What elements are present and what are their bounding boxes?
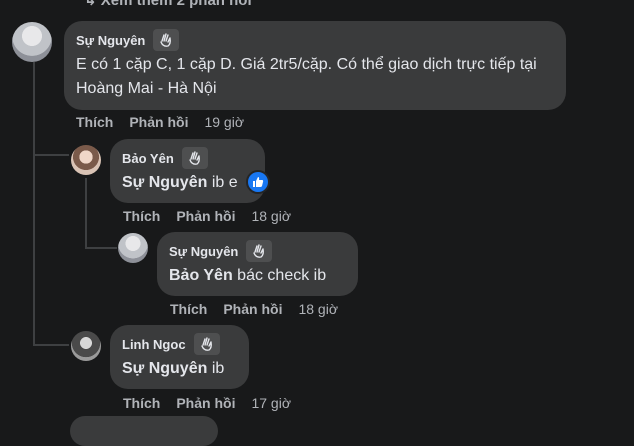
comment-bubble-partial [70, 416, 218, 446]
comment-text: Sự Nguyên ib e [122, 170, 271, 195]
comment-text: Bảo Yên bác check ib [169, 267, 327, 284]
like-button[interactable]: Thích [123, 208, 160, 224]
comment-bubble: Sự Nguyên Bảo Yên bác check ib [157, 232, 358, 296]
comment-bubble: Sự Nguyên E có 1 cặp C, 1 cặp D. Giá 2tr… [64, 21, 566, 110]
comment-bubble: Bảo Yên Sự Nguyên ib e [110, 139, 271, 203]
comment-time[interactable]: 19 giờ [204, 114, 244, 130]
comment-author[interactable]: Sự Nguyên [169, 244, 238, 259]
comment-bubble: Linh Ngoc Sự Nguyên ib [110, 325, 249, 389]
comment-actions: Thích Phản hồi 17 giờ [123, 395, 291, 411]
avatar[interactable] [12, 22, 52, 62]
like-button[interactable]: Thích [170, 301, 207, 317]
mention-link[interactable]: Sự Nguyên [122, 174, 207, 191]
view-more-replies-link[interactable]: ↳ Xem thêm 2 phản hồi [84, 0, 252, 9]
comment-author[interactable]: Linh Ngoc [122, 337, 186, 352]
reply-button[interactable]: Phản hồi [223, 301, 282, 317]
avatar[interactable] [71, 331, 101, 361]
comment-actions: Thích Phản hồi 18 giờ [170, 301, 338, 317]
mention-link[interactable]: Sự Nguyên [122, 360, 207, 377]
comment-actions: Thích Phản hồi 19 giờ [76, 114, 244, 130]
comment-text: Sự Nguyên ib [122, 360, 225, 377]
like-button[interactable]: Thích [123, 395, 160, 411]
mention-link[interactable]: Bảo Yên [169, 267, 233, 284]
waving-hand-icon[interactable] [193, 333, 220, 355]
waving-hand-icon[interactable] [246, 240, 273, 262]
avatar[interactable] [118, 233, 148, 263]
comment-author[interactable]: Bảo Yên [122, 151, 174, 166]
thread-line-branch-1 [33, 154, 69, 156]
thread-line-sub [85, 178, 87, 248]
comment-text: E có 1 cặp C, 1 cặp D. Giá 2tr5/cặp. Có … [76, 56, 537, 97]
thread-line-branch-3 [33, 344, 69, 346]
like-button[interactable]: Thích [76, 114, 113, 130]
reply-button[interactable]: Phản hồi [129, 114, 188, 130]
comment-actions: Thích Phản hồi 18 giờ [123, 208, 291, 224]
thread-line-main [33, 62, 35, 344]
avatar[interactable] [71, 145, 101, 175]
thread-line-branch-2 [85, 247, 117, 249]
waving-hand-icon[interactable] [153, 29, 180, 51]
comment-time[interactable]: 18 giờ [251, 208, 291, 224]
chevron-icon: ↳ [84, 0, 101, 9]
waving-hand-icon[interactable] [181, 147, 208, 169]
thumbs-up-icon[interactable] [246, 170, 271, 194]
comment-time[interactable]: 17 giờ [251, 395, 291, 411]
comment-author[interactable]: Sự Nguyên [76, 33, 145, 48]
reply-button[interactable]: Phản hồi [176, 395, 235, 411]
comment-time[interactable]: 18 giờ [298, 301, 338, 317]
reply-button[interactable]: Phản hồi [176, 208, 235, 224]
